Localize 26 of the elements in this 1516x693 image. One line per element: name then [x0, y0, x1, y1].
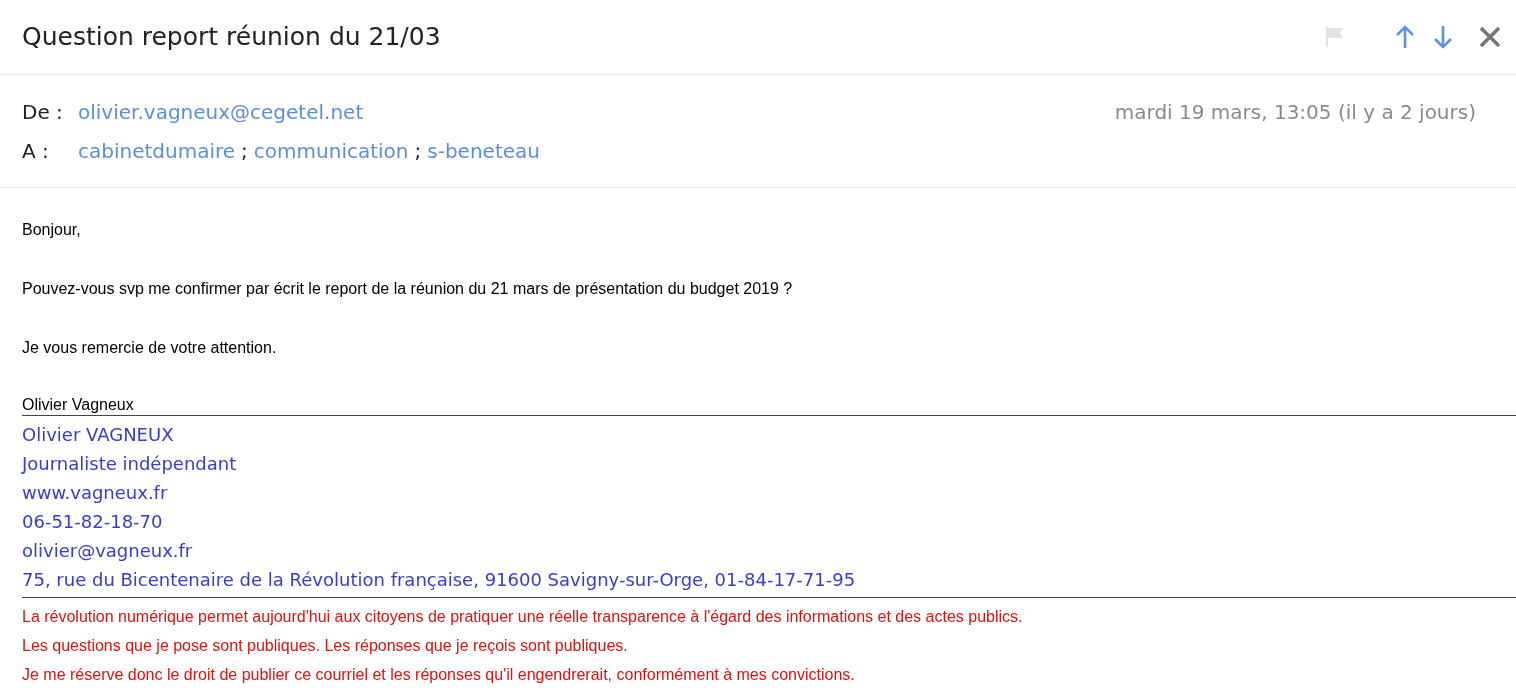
recipient-link[interactable]: communication [253, 136, 409, 166]
recipient-link[interactable]: cabinetdumaire [78, 136, 236, 166]
signature-line: 75, rue du Bicentenaire de la Révolution française, 91600 Savigny-sur-Orge, 01-84-17-71-95 [22, 568, 857, 592]
signature-line: Journaliste indépendant [22, 452, 238, 476]
body-paragraph: Pouvez-vous svp me confirmer par écrit le report de la réunion du 21 mars de présentation du budget 2019 ? [22, 279, 794, 299]
disclaimer-line: La révolution numérique permet aujourd'hui aux citoyens de pratiquer une réelle transparence à l'égard des informations et des actes publics. [22, 607, 1024, 627]
signature-name: Olivier Vagneux [22, 395, 135, 415]
arrow-down-icon[interactable] [1432, 24, 1454, 50]
separator-text: ; [414, 138, 422, 165]
signature-line: olivier@vagneux.fr [22, 539, 194, 563]
email-subject: Question report réunion du 21/03 [22, 21, 442, 54]
date-text: mardi 19 mars, 13:05 (il y a 2 jours) [1114, 99, 1476, 126]
recipient-link[interactable]: s-beneteau [427, 136, 540, 166]
signature-line: www.vagneux.fr [22, 481, 169, 505]
arrow-up-icon[interactable] [1394, 24, 1416, 50]
close-icon[interactable] [1478, 25, 1502, 49]
to-label: A : [22, 138, 50, 165]
body-paragraph: Bonjour, [22, 220, 82, 240]
separator-text: ; [241, 138, 248, 165]
disclaimer-line: Les questions que je pose sont publiques. Les réponses que je reçois sont publiques. [22, 636, 629, 656]
body-paragraph: Je vous remercie de votre attention. [22, 338, 278, 358]
from-label: De : [22, 99, 64, 126]
signature-line: 06-51-82-18-70 [22, 510, 164, 534]
sender-link[interactable]: olivier.vagneux@cegetel.net [78, 97, 1115, 127]
disclaimer-line: Je me réserve donc le droit de publier ce courriel et les réponses qu'il engendrerait, conformément à mes convictions. [22, 665, 856, 685]
signature-line: Olivier VAGNEUX [22, 423, 175, 447]
